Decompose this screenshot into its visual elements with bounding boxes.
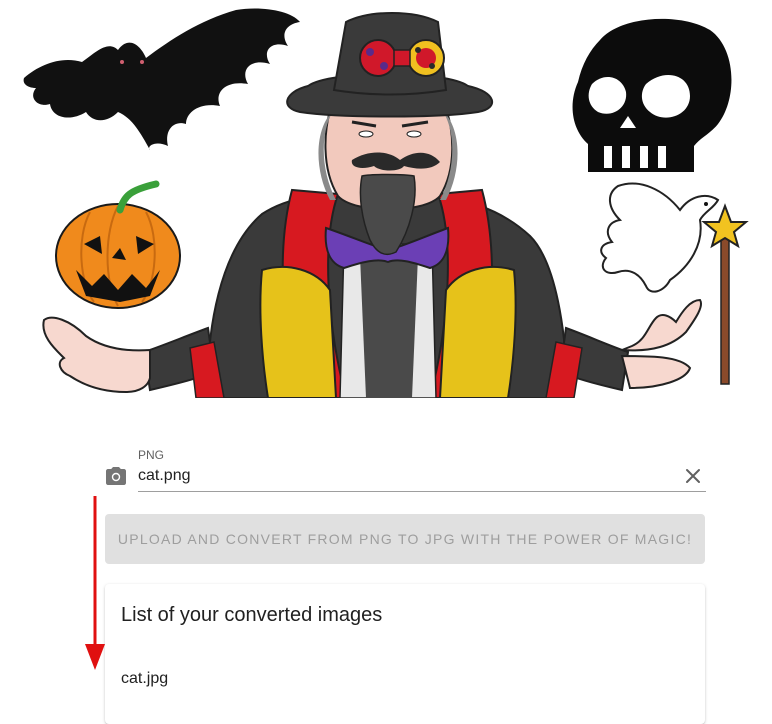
file-name-value[interactable]: cat.png	[138, 467, 190, 485]
annotation-arrow	[84, 496, 108, 672]
convert-button[interactable]: Upload and convert from PNG to JPG with …	[105, 514, 705, 564]
magic-wand-icon	[701, 203, 749, 385]
dove-icon	[600, 182, 720, 293]
skull-icon	[572, 18, 732, 172]
field-label: PNG	[138, 448, 165, 462]
file-upload-field[interactable]: PNG cat.png	[104, 446, 706, 494]
close-icon[interactable]	[684, 467, 702, 485]
camera-icon[interactable]	[104, 464, 128, 488]
hero-illustration	[0, 0, 772, 398]
list-item[interactable]: cat.jpg	[121, 670, 168, 688]
field-underline	[138, 491, 706, 492]
card-title: List of your converted images	[121, 604, 383, 626]
converted-images-card: List of your converted images cat.jpg	[105, 584, 705, 724]
bat-icon	[23, 8, 301, 150]
hero-svg	[23, 8, 749, 398]
pumpkin-icon	[55, 180, 181, 309]
